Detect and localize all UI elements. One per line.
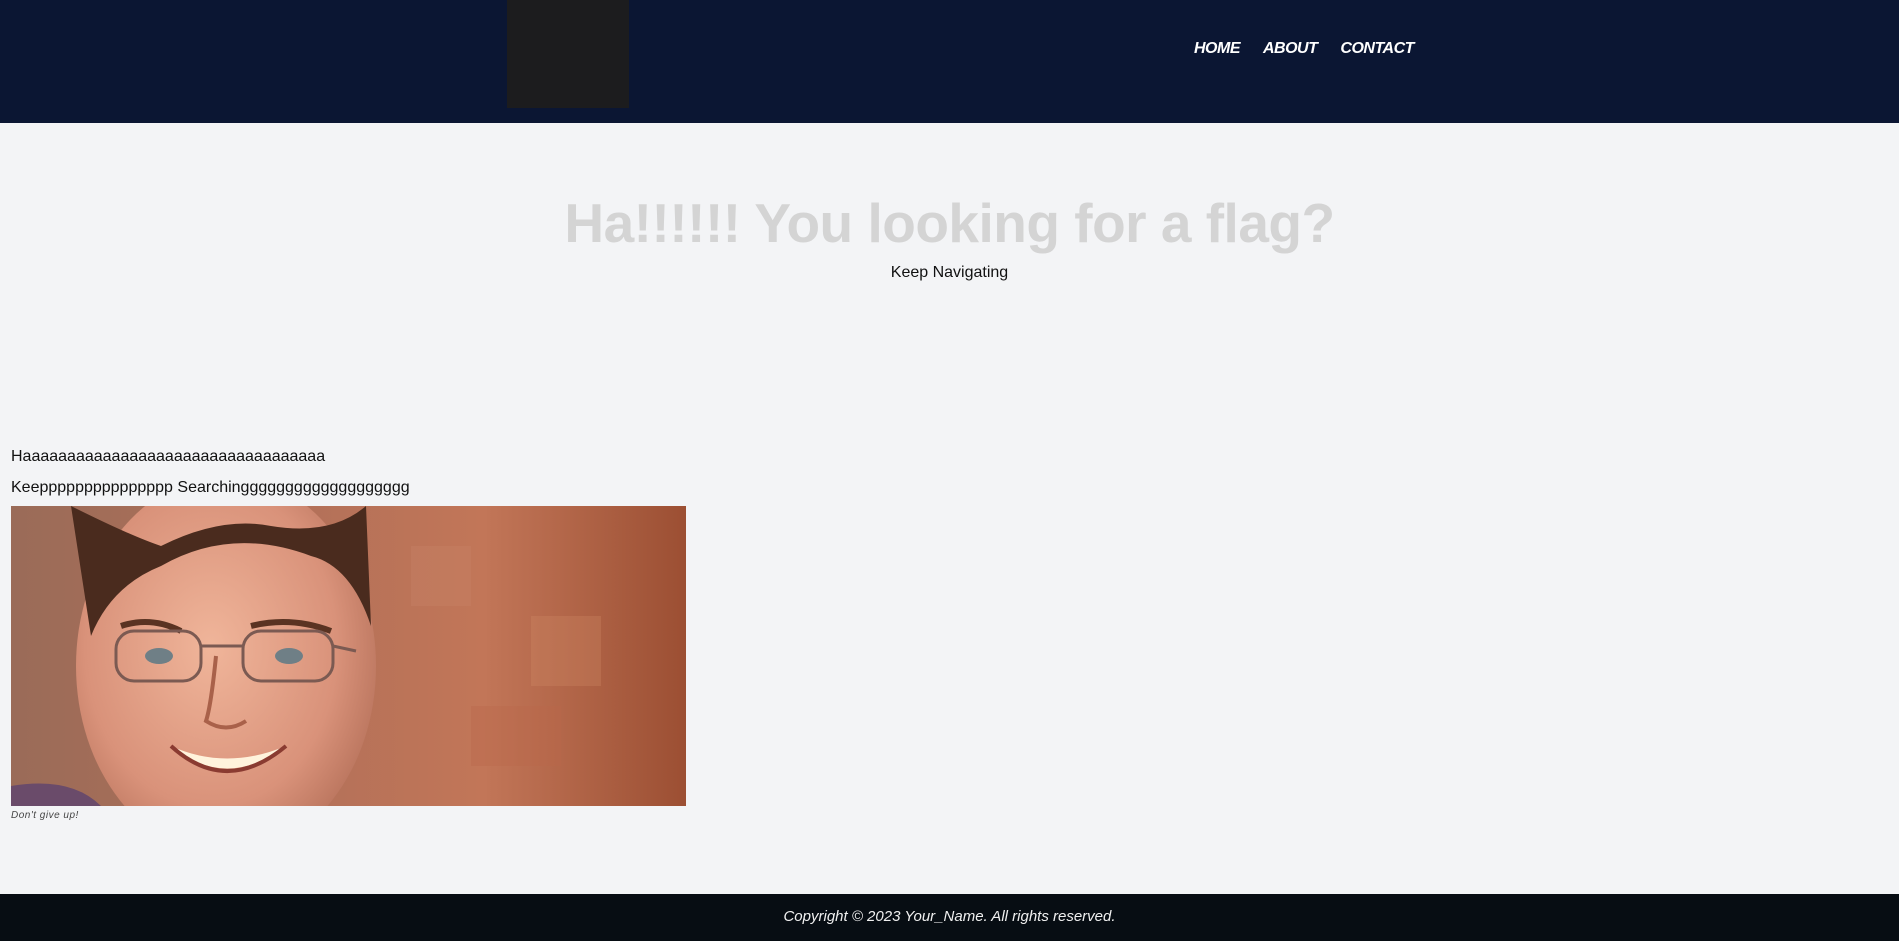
hero-subtitle: Keep Navigating xyxy=(890,264,1009,281)
portrait-photo xyxy=(11,506,686,806)
nav-contact-link[interactable]: CONTACT xyxy=(1340,40,1414,58)
copyright-text: Copyright © 2023 Your_Name. All rights r… xyxy=(783,908,1116,925)
site-footer: Copyright © 2023 Your_Name. All rights r… xyxy=(0,894,1899,941)
nav-about-link[interactable]: ABOUT xyxy=(1263,40,1318,58)
content-line-1: Haaaaaaaaaaaaaaaaaaaaaaaaaaaaaaaaaa xyxy=(11,448,326,465)
hero-section: Ha!!!!!! You looking for a flag? Keep Na… xyxy=(0,190,1899,282)
logo[interactable] xyxy=(507,0,629,108)
main-content: Haaaaaaaaaaaaaaaaaaaaaaaaaaaaaaaaaa Keep… xyxy=(11,447,686,821)
image-caption: Don't give up! xyxy=(11,810,79,821)
main-nav: HOME ABOUT CONTACT xyxy=(1194,40,1414,58)
hero-title: Ha!!!!!! You looking for a flag? xyxy=(564,192,1335,254)
portrait-illustration xyxy=(11,506,686,806)
site-header: HOME ABOUT CONTACT xyxy=(0,0,1899,123)
content-line-2: Keeppppppppppppppp Searchinggggggggggggg… xyxy=(11,479,410,496)
nav-home-link[interactable]: HOME xyxy=(1194,40,1241,58)
